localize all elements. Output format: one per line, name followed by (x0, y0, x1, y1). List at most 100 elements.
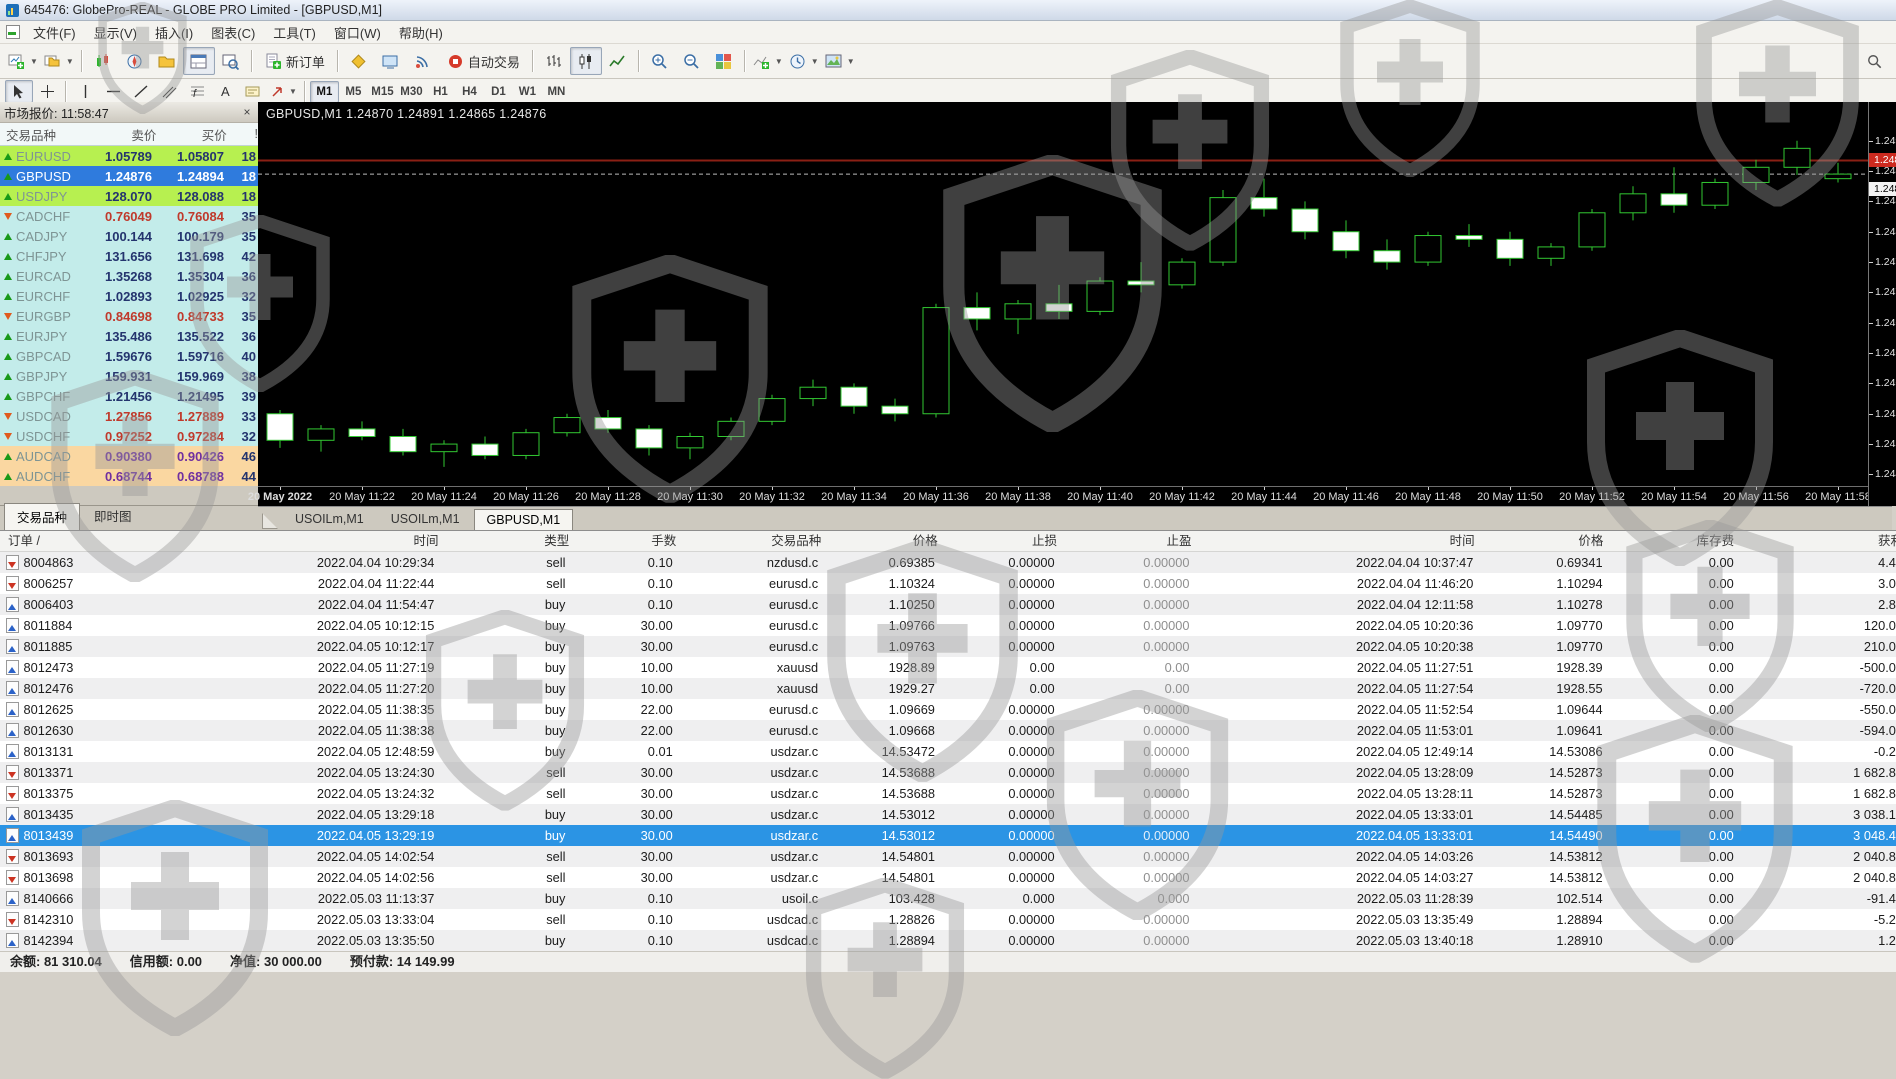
menu-item-7[interactable]: 帮助(H) (390, 21, 452, 44)
timeframe-m5-button[interactable]: M5 (339, 81, 368, 103)
menu-item-5[interactable]: 工具(T) (264, 21, 325, 44)
history-center-button[interactable] (151, 47, 183, 75)
equidistant-channel-tool-button[interactable] (155, 80, 183, 103)
market-watch-row-eurchf[interactable]: EURCHF1.028931.0292532 (0, 286, 258, 306)
strategy-tester-button[interactable] (215, 47, 247, 75)
orders-column-10[interactable]: 价格 (1482, 531, 1611, 551)
crosshair-tool-button[interactable] (33, 80, 61, 103)
order-row-8013693[interactable]: 80136932022.04.05 14:02:54sell30.00usdza… (0, 846, 1896, 867)
market-watch-tab-2[interactable]: 即时图 (81, 502, 145, 530)
profiles-dropdown-icon[interactable]: ▼ (66, 57, 74, 66)
search-button[interactable] (1858, 47, 1890, 75)
market-watch-column-1[interactable]: 交易品种 (0, 125, 84, 144)
candlestick-chart-button[interactable] (570, 47, 602, 75)
chart-window-button[interactable] (375, 47, 407, 75)
orders-column-2[interactable]: 时间 (115, 531, 446, 551)
orders-column-6[interactable]: 价格 (828, 531, 944, 551)
market-watch-row-gbpjpy[interactable]: GBPJPY159.931159.96938 (0, 366, 258, 386)
menu-item-6[interactable]: 窗口(W) (325, 21, 390, 44)
signals-button[interactable] (407, 47, 439, 75)
order-row-8012625[interactable]: 80126252022.04.05 11:38:35buy22.00eurusd… (0, 699, 1896, 720)
chart-tab-2[interactable]: USOILm,M1 (378, 508, 473, 531)
market-watch-row-cadchf[interactable]: CADCHF0.760490.7608435 (0, 206, 258, 226)
orders-column-11[interactable]: 库存费 (1610, 531, 1741, 551)
market-watch-row-cadjpy[interactable]: CADJPY100.144100.17935 (0, 226, 258, 246)
chart-tab-3[interactable]: GBPUSD,M1 (474, 509, 574, 531)
order-row-8012476[interactable]: 80124762022.04.05 11:27:20buy10.00xauusd… (0, 678, 1896, 699)
order-row-8012630[interactable]: 80126302022.04.05 11:38:38buy22.00eurusd… (0, 720, 1896, 741)
autotrading-button[interactable]: 自动交易 (439, 47, 528, 75)
chart-tab-1[interactable]: USOILm,M1 (282, 508, 377, 531)
vertical-line-tool-button[interactable] (71, 80, 99, 103)
market-watch-row-audchf[interactable]: AUDCHF0.687440.6878844 (0, 466, 258, 486)
timeframe-d1-button[interactable]: D1 (484, 81, 513, 103)
arrows-dropdown-icon[interactable]: ▼ (289, 87, 297, 96)
market-watch-column-4[interactable]: ! (227, 127, 258, 141)
order-row-8011884[interactable]: 80118842022.04.05 10:12:15buy30.00eurusd… (0, 615, 1896, 636)
zoom-in-button[interactable] (644, 47, 676, 75)
market-watch-row-audcad[interactable]: AUDCAD0.903800.9042646 (0, 446, 258, 466)
new-order-button[interactable]: 新订单 (257, 47, 333, 75)
order-row-8140666[interactable]: 81406662022.05.03 11:13:37buy0.10usoil.c… (0, 888, 1896, 909)
indicators-dropdown-icon[interactable]: ▼ (775, 57, 783, 66)
price-chart[interactable] (258, 102, 1868, 486)
bar-chart-button[interactable] (538, 47, 570, 75)
market-watch-column-3[interactable]: 买价 (156, 125, 226, 144)
orders-column-3[interactable]: 类型 (446, 531, 577, 551)
order-row-8012473[interactable]: 80124732022.04.05 11:27:19buy10.00xauusd… (0, 657, 1896, 678)
order-row-8006257[interactable]: 80062572022.04.04 11:22:44sell0.10eurusd… (0, 573, 1896, 594)
order-row-8013371[interactable]: 80133712022.04.05 13:24:30sell30.00usdza… (0, 762, 1896, 783)
tile-windows-button[interactable] (708, 47, 740, 75)
market-watch-row-chfjpy[interactable]: CHFJPY131.656131.69842 (0, 246, 258, 266)
market-watch-column-2[interactable]: 卖价 (84, 125, 156, 144)
orders-column-4[interactable]: 手数 (576, 531, 683, 551)
orders-column-1[interactable]: 订单 / (0, 531, 115, 551)
menu-item-2[interactable]: 显示(V) (85, 21, 146, 44)
templates-button[interactable]: ▼ (822, 47, 858, 75)
market-watch-row-eurcad[interactable]: EURCAD1.352681.3530436 (0, 266, 258, 286)
market-watch-row-eurjpy[interactable]: EURJPY135.486135.52236 (0, 326, 258, 346)
market-watch-toggle-button[interactable] (87, 47, 119, 75)
new-chart-dropdown-icon[interactable]: ▼ (30, 57, 38, 66)
timeframe-h1-button[interactable]: H1 (426, 81, 455, 103)
close-icon[interactable]: × (240, 105, 254, 119)
arrows-tool-button[interactable]: ▼ (267, 80, 300, 103)
terminal-button[interactable] (183, 47, 215, 75)
order-row-8142310[interactable]: 81423102022.05.03 13:33:04sell0.10usdcad… (0, 909, 1896, 930)
navigator-button[interactable] (119, 47, 151, 75)
text-label-tool-button[interactable] (239, 80, 267, 103)
order-row-8013375[interactable]: 80133752022.04.05 13:24:32sell30.00usdza… (0, 783, 1896, 804)
market-watch-row-gbpcad[interactable]: GBPCAD1.596761.5971640 (0, 346, 258, 366)
market-watch-row-eurgbp[interactable]: EURGBP0.846980.8473335 (0, 306, 258, 326)
market-watch-row-usdcad[interactable]: USDCAD1.278561.2788933 (0, 406, 258, 426)
orders-column-7[interactable]: 止损 (945, 531, 1064, 551)
timeframe-m30-button[interactable]: M30 (397, 81, 426, 103)
timeframe-mn-button[interactable]: MN (542, 81, 571, 103)
orders-column-9[interactable]: 时间 (1199, 531, 1482, 551)
menu-item-3[interactable]: 插入(I) (146, 21, 202, 44)
profiles-button[interactable]: ▼ (41, 47, 77, 75)
menu-item-1[interactable]: 文件(F) (24, 21, 85, 44)
text-tool-button[interactable]: A (211, 80, 239, 103)
templates-dropdown-icon[interactable]: ▼ (847, 57, 855, 66)
market-watch-row-gbpusd[interactable]: GBPUSD1.248761.2489418 (0, 166, 258, 186)
timeframe-m15-button[interactable]: M15 (368, 81, 397, 103)
order-row-8004863[interactable]: 80048632022.04.04 10:29:34sell0.10nzdusd… (0, 552, 1896, 573)
order-row-8013439[interactable]: 80134392022.04.05 13:29:19buy30.00usdzar… (0, 825, 1896, 846)
new-chart-button[interactable]: ▼ (5, 47, 41, 75)
menu-item-4[interactable]: 图表(C) (202, 21, 264, 44)
order-row-8013698[interactable]: 80136982022.04.05 14:02:56sell30.00usdza… (0, 867, 1896, 888)
metaeditor-button[interactable] (343, 47, 375, 75)
line-chart-button[interactable] (602, 47, 634, 75)
market-watch-tab-1[interactable]: 交易品种 (4, 503, 80, 530)
market-watch-row-usdchf[interactable]: USDCHF0.972520.9728432 (0, 426, 258, 446)
cursor-tool-button[interactable] (5, 80, 33, 103)
orders-column-5[interactable]: 交易品种 (683, 531, 828, 551)
zoom-out-button[interactable] (676, 47, 708, 75)
market-watch-row-gbpchf[interactable]: GBPCHF1.214561.2149539 (0, 386, 258, 406)
timeframe-w1-button[interactable]: W1 (513, 81, 542, 103)
orders-column-12[interactable]: 获利 (1741, 531, 1896, 551)
market-watch-row-usdjpy[interactable]: USDJPY128.070128.08818 (0, 186, 258, 206)
order-row-8142394[interactable]: 81423942022.05.03 13:35:50buy0.10usdcad.… (0, 930, 1896, 951)
periods-button[interactable]: ▼ (786, 47, 822, 75)
